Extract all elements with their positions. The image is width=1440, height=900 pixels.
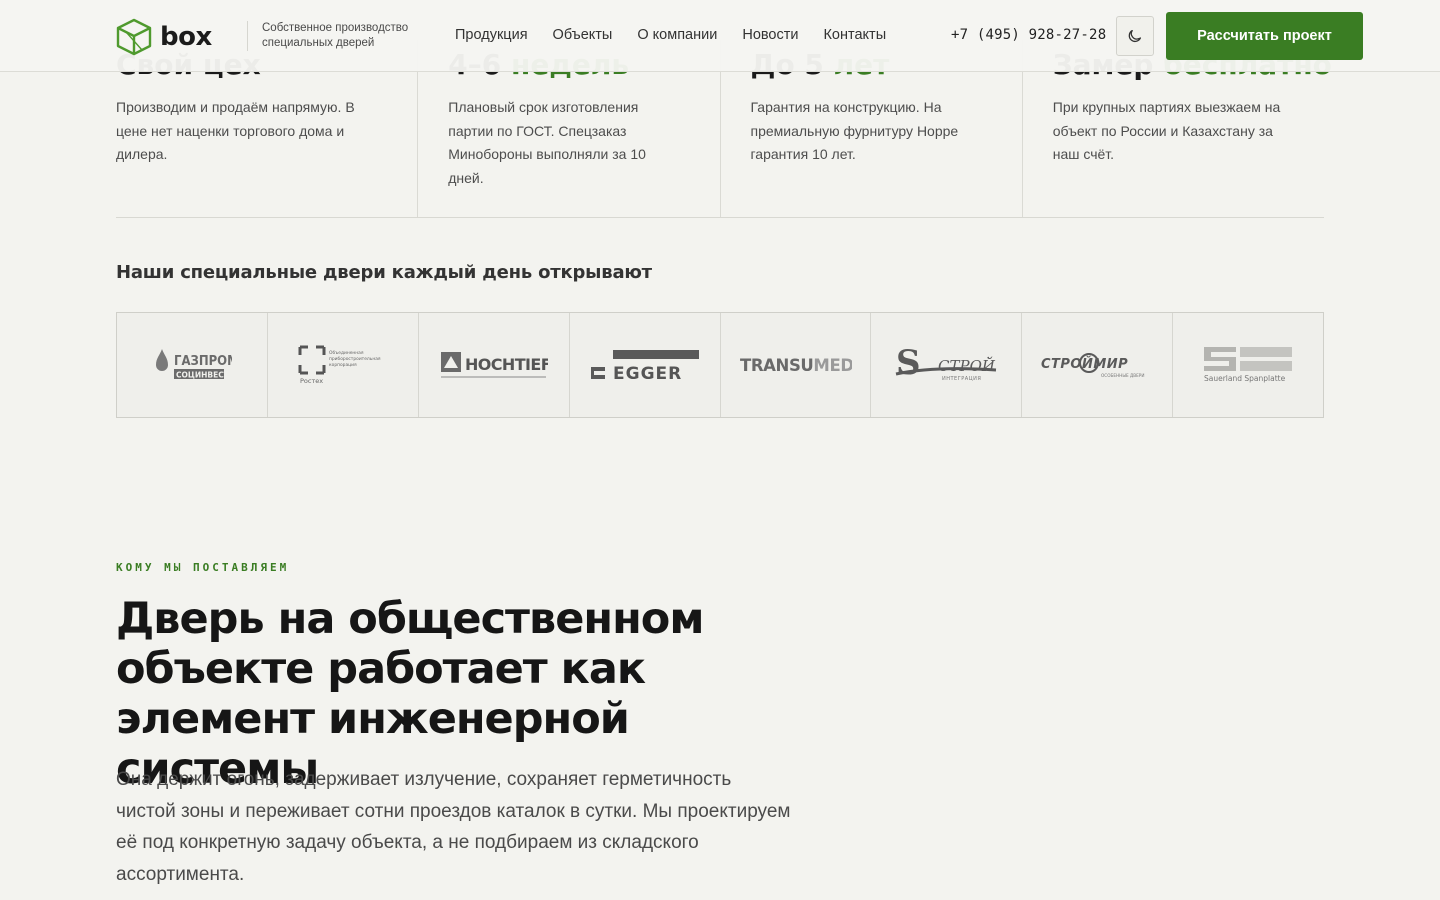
svg-text:СТРОЙМИР: СТРОЙМИР (1041, 356, 1128, 372)
svg-text:ИНТЕГРАЦИЯ: ИНТЕГРАЦИЯ (942, 376, 981, 382)
svg-text:HOCHTIEF: HOCHTIEF (465, 355, 548, 374)
partner-logo-hochtief: HOCHTIEF (417, 313, 569, 417)
nav-item-about[interactable]: О компании (637, 27, 717, 43)
rostec-logo: Объединенная приборостроительная корпора… (298, 345, 381, 385)
feature-text: Плановый срок изготовления партии по ГОС… (448, 99, 646, 186)
feature-text: Производим и продаём напрямую. В цене не… (116, 99, 355, 162)
svg-text:СТРОЙ: СТРОЙ (938, 356, 996, 375)
partner-logos: ГАЗПРОМ СОЦИНВЕСТ Объединенная приборост… (116, 312, 1324, 418)
egger-logo: EGGER (590, 350, 699, 382)
svg-text:СОЦИНВЕСТ: СОЦИНВЕСТ (176, 371, 230, 380)
svg-text:Ростех: Ростех (300, 377, 323, 385)
section-eyebrow: КОМУ МЫ ПОСТАВЛЯЕМ (116, 561, 290, 574)
partners-title: Наши специальные двери каждый день откры… (116, 262, 652, 283)
header-divider (247, 21, 248, 51)
svg-text:Объединенная: Объединенная (329, 349, 364, 356)
partner-logo-sstroy: S СТРОЙ ИНТЕГРАЦИЯ (870, 313, 1021, 417)
svg-text:корпорация: корпорация (329, 363, 357, 368)
svg-text:EGGER: EGGER (613, 364, 682, 382)
phone-link[interactable]: +7 (495) 928-27-28 (951, 27, 1106, 43)
nav-item-contacts[interactable]: Контакты (823, 27, 886, 43)
gazprom-logo: ГАЗПРОМ СОЦИНВЕСТ (155, 349, 232, 380)
partner-logo-rostec: Объединенная приборостроительная корпора… (266, 313, 418, 417)
nav-item-objects[interactable]: Объекты (553, 27, 613, 43)
hochtief-logo: HOCHTIEF (440, 352, 548, 378)
logo[interactable]: box (116, 18, 212, 56)
calculate-project-button[interactable]: Рассчитать проект (1166, 12, 1363, 60)
partner-logo-gazprom: ГАЗПРОМ СОЦИНВЕСТ (117, 313, 267, 417)
box-cube-icon (116, 18, 152, 56)
sstroy-logo: S СТРОЙ ИНТЕГРАЦИЯ (896, 344, 997, 383)
nav-item-news[interactable]: Новости (742, 27, 798, 43)
logo-text: box (160, 22, 212, 52)
nav-item-products[interactable]: Продукция (455, 27, 528, 43)
site-header: box Собственное производство специальных… (0, 0, 1440, 72)
partner-logo-stroymir: СТРОЙМИР ОСОБЕННЫЕ ДВЕРИ (1021, 313, 1172, 417)
svg-text:приборостроительная: приборостроительная (329, 355, 381, 362)
sauerland-logo: Sauerland Spanplatte (1204, 347, 1293, 383)
transumed-logo: TRANSUMED (740, 356, 852, 375)
moon-icon (1128, 29, 1142, 43)
stroymir-logo: СТРОЙМИР ОСОБЕННЫЕ ДВЕРИ (1041, 353, 1145, 378)
section-text: Она держит огонь, задерживает излучение,… (116, 769, 791, 885)
svg-text:Sauerland Spanplatte: Sauerland Spanplatte (1204, 374, 1286, 383)
svg-text:ГАЗПРОМ: ГАЗПРОМ (174, 354, 232, 369)
partner-logo-transumed: TRANSUMED (719, 313, 871, 417)
feature-text: Гарантия на конструкцию. На премиальную … (750, 99, 959, 162)
tagline: Собственное производство специальных две… (262, 22, 409, 49)
partner-logo-sauerland: Sauerland Spanplatte (1172, 313, 1323, 417)
svg-text:TRANSUMED: TRANSUMED (740, 356, 852, 375)
feature-text: При крупных партиях выезжаем на объект п… (1052, 99, 1281, 162)
partner-logo-egger: EGGER (568, 313, 720, 417)
theme-toggle-button[interactable] (1116, 16, 1154, 56)
main-nav: Продукция Объекты О компании Новости Кон… (455, 27, 886, 43)
svg-text:ОСОБЕННЫЕ ДВЕРИ: ОСОБЕННЫЕ ДВЕРИ (1101, 373, 1144, 378)
svg-text:S: S (896, 344, 921, 383)
